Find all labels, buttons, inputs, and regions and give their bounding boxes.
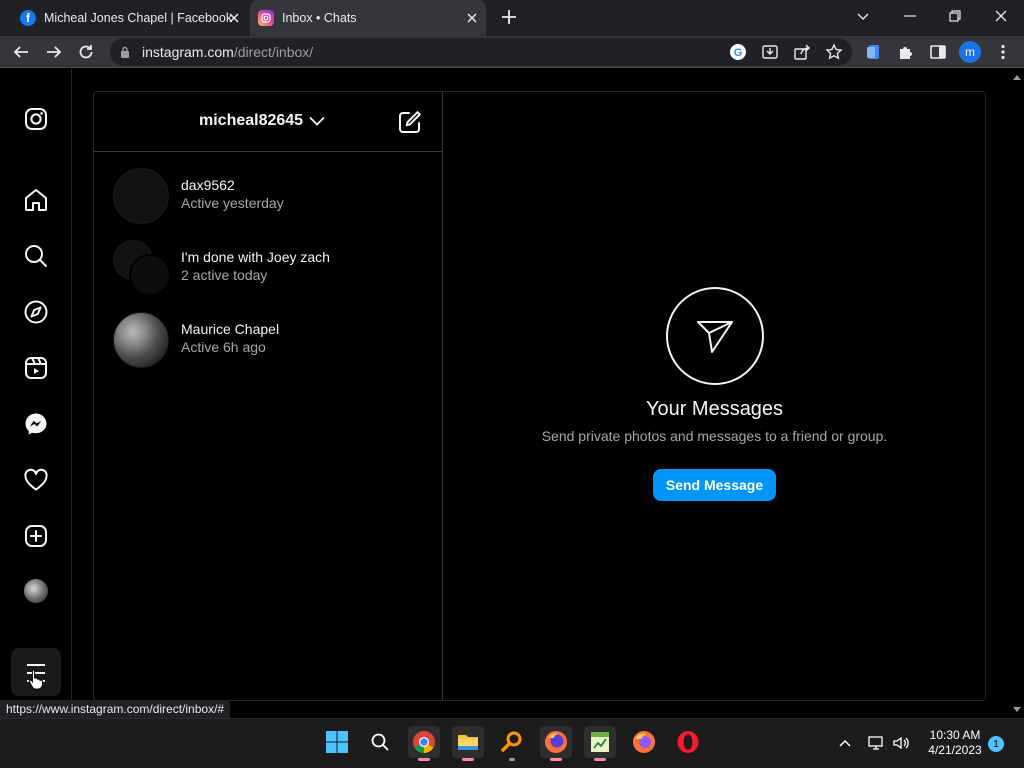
account-switcher[interactable]: micheal82645 bbox=[199, 112, 303, 130]
taskbar-spreadsheet-app[interactable] bbox=[584, 726, 616, 761]
tab-facebook[interactable]: f Micheal Jones Chapel | Facebook bbox=[12, 0, 248, 36]
kebab-menu-icon[interactable] bbox=[994, 43, 1012, 61]
tray-chevron-up-icon[interactable] bbox=[838, 737, 852, 749]
status-bar-url: https://www.instagram.com/direct/inbox/# bbox=[0, 700, 231, 719]
create-icon[interactable] bbox=[22, 522, 50, 550]
start-button[interactable] bbox=[321, 726, 353, 758]
taskbar-file-explorer[interactable] bbox=[452, 726, 484, 761]
side-panel-icon[interactable] bbox=[929, 43, 947, 61]
profile-avatar[interactable] bbox=[24, 579, 48, 603]
running-indicator bbox=[594, 758, 606, 761]
send-message-button[interactable]: Send Message bbox=[653, 469, 776, 501]
taskbar-chrome[interactable] bbox=[408, 726, 440, 761]
tab-title: Micheal Jones Chapel | Facebook bbox=[44, 11, 233, 25]
volume-icon[interactable] bbox=[892, 734, 910, 752]
avatar bbox=[129, 254, 171, 296]
scroll-down-icon[interactable] bbox=[1013, 707, 1021, 713]
taskbar-firefox-dev[interactable] bbox=[540, 726, 572, 761]
mouse-cursor-icon bbox=[28, 669, 43, 690]
chart-app-icon bbox=[591, 732, 609, 752]
forward-icon[interactable] bbox=[45, 43, 63, 61]
system-clock[interactable]: 10:30 AM 4/21/2023 bbox=[920, 728, 990, 758]
running-indicator bbox=[418, 758, 430, 761]
thread-group-chat[interactable]: I'm done with Joey zach 2 active today bbox=[113, 238, 433, 298]
firefox-icon bbox=[545, 731, 567, 753]
extension-docs-icon[interactable] bbox=[865, 43, 883, 61]
running-indicator bbox=[462, 758, 474, 761]
send-icon-circle bbox=[666, 287, 764, 385]
tab-instagram-inbox[interactable]: Inbox • Chats bbox=[250, 0, 486, 36]
running-indicator bbox=[509, 758, 515, 761]
facebook-icon: f bbox=[20, 10, 36, 26]
thread-name: I'm done with Joey zach bbox=[181, 249, 330, 265]
notification-badge[interactable]: 1 bbox=[988, 736, 1004, 752]
opera-icon bbox=[677, 731, 699, 753]
tab-title: Inbox • Chats bbox=[282, 11, 357, 25]
share-icon[interactable] bbox=[793, 43, 811, 61]
bookmark-star-icon[interactable] bbox=[825, 43, 843, 61]
thread-status: Active yesterday bbox=[181, 195, 284, 211]
close-tab-icon[interactable] bbox=[464, 10, 480, 26]
taskbar-opera[interactable] bbox=[672, 726, 704, 758]
instagram-sidebar bbox=[0, 69, 72, 718]
back-icon[interactable] bbox=[12, 43, 30, 61]
url-path: /direct/inbox/ bbox=[233, 44, 314, 60]
chrome-icon bbox=[413, 731, 435, 753]
firefox-icon bbox=[633, 731, 655, 753]
chrome-profile-avatar[interactable]: m bbox=[959, 41, 981, 63]
thread-name: dax9562 bbox=[181, 177, 235, 193]
empty-state-subtitle: Send private photos and messages to a fr… bbox=[541, 428, 888, 444]
search-icon bbox=[371, 733, 389, 751]
restore-icon[interactable] bbox=[947, 8, 963, 24]
extensions-puzzle-icon[interactable] bbox=[897, 43, 915, 61]
install-app-icon[interactable] bbox=[761, 43, 779, 61]
clock-time: 10:30 AM bbox=[929, 728, 981, 742]
send-icon bbox=[697, 321, 733, 353]
minimize-icon[interactable] bbox=[902, 8, 918, 24]
home-icon[interactable] bbox=[22, 186, 50, 214]
url-host: instagram.com bbox=[142, 44, 234, 60]
new-tab-icon[interactable] bbox=[500, 8, 518, 26]
close-tab-icon[interactable] bbox=[226, 10, 242, 26]
messenger-icon[interactable] bbox=[22, 410, 50, 438]
running-indicator bbox=[550, 758, 562, 761]
thread-dax9562[interactable]: dax9562 Active yesterday bbox=[113, 166, 433, 226]
chevron-down-icon[interactable] bbox=[308, 114, 326, 128]
windows-start-icon bbox=[326, 731, 348, 753]
folder-icon bbox=[458, 735, 478, 750]
instagram-logo-icon[interactable] bbox=[22, 105, 50, 133]
page-scrollbar[interactable] bbox=[1010, 69, 1024, 718]
heart-icon[interactable] bbox=[22, 466, 50, 494]
thread-status: 2 active today bbox=[181, 267, 268, 283]
tab-search-icon[interactable] bbox=[855, 8, 871, 24]
reload-icon[interactable] bbox=[77, 43, 95, 61]
svg-text:G: G bbox=[734, 47, 743, 59]
explore-icon[interactable] bbox=[22, 298, 50, 326]
taskbar-search-app[interactable] bbox=[496, 726, 528, 761]
avatar bbox=[113, 168, 169, 224]
network-icon[interactable] bbox=[867, 734, 885, 752]
thread-maurice-chapel[interactable]: Maurice Chapel Active 6h ago bbox=[113, 310, 433, 370]
instagram-icon bbox=[258, 10, 274, 26]
taskbar-firefox[interactable] bbox=[628, 726, 660, 758]
avatar bbox=[113, 312, 169, 368]
magnifier-app-icon bbox=[501, 731, 522, 752]
empty-state-title: Your Messages bbox=[645, 398, 784, 420]
lock-icon[interactable] bbox=[120, 46, 130, 58]
search-icon[interactable] bbox=[22, 242, 50, 270]
thread-status: Active 6h ago bbox=[181, 339, 266, 355]
reels-icon[interactable] bbox=[22, 354, 50, 382]
scroll-up-icon[interactable] bbox=[1013, 74, 1021, 80]
thread-name: Maurice Chapel bbox=[181, 321, 280, 337]
new-message-icon[interactable] bbox=[397, 109, 423, 135]
taskbar-search-button[interactable] bbox=[364, 726, 396, 758]
account-username: micheal82645 bbox=[199, 112, 304, 129]
clock-date: 4/21/2023 bbox=[928, 743, 982, 757]
google-icon[interactable]: G bbox=[729, 43, 747, 61]
close-window-icon[interactable] bbox=[993, 8, 1009, 24]
